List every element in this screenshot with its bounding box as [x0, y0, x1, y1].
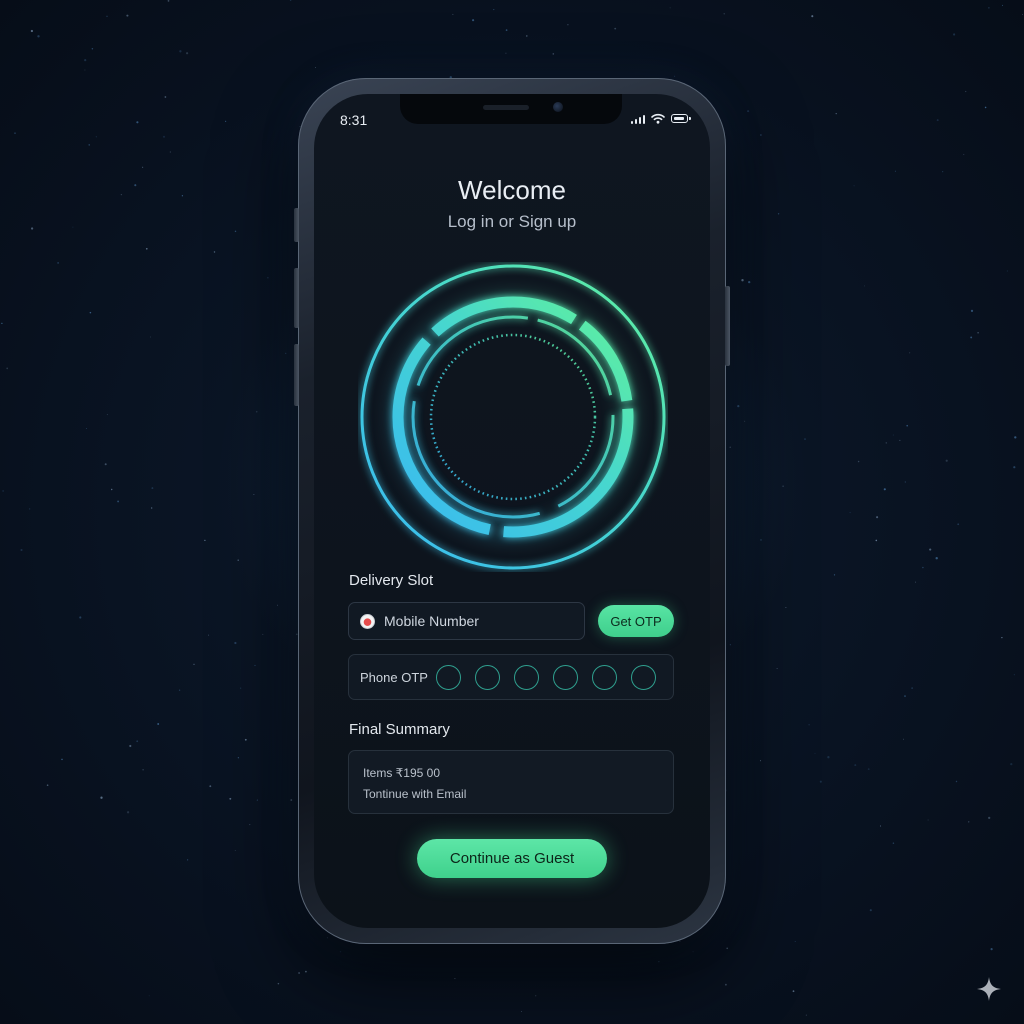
status-time: 8:31 — [340, 112, 368, 128]
otp-digit-1[interactable] — [436, 664, 461, 690]
earpiece-speaker — [483, 105, 529, 110]
final-summary-label: Final Summary — [349, 721, 450, 738]
front-camera-icon — [553, 102, 563, 112]
otp-digit-6[interactable] — [631, 664, 656, 690]
phone-frame: 8:31 Welcome Log in or Sign up Delivery … — [294, 78, 730, 944]
mobile-number-input[interactable] — [384, 613, 564, 629]
continue-as-guest-button[interactable]: Continue as Guest — [417, 839, 607, 878]
wifi-icon — [651, 113, 665, 124]
phone-screen: 8:31 Welcome Log in or Sign up Delivery … — [314, 94, 710, 928]
summary-items-total: Items ₹195 00 — [363, 766, 441, 780]
cellular-signal-icon — [630, 114, 645, 124]
continue-with-email-link[interactable]: Tontinue with Email — [363, 787, 466, 801]
delivery-slot-label: Delivery Slot — [349, 572, 434, 589]
volume-up-button — [294, 268, 299, 328]
battery-icon — [671, 114, 691, 123]
power-button — [725, 286, 730, 366]
otp-digit-3[interactable] — [514, 664, 539, 690]
country-flag-icon[interactable] — [360, 613, 375, 629]
notch — [400, 94, 622, 124]
otp-digit-2[interactable] — [475, 664, 500, 690]
mobile-number-field[interactable] — [348, 602, 585, 640]
summary-card: Items ₹195 00 Tontinue with Email — [348, 750, 674, 814]
glowing-ring-icon — [360, 264, 666, 570]
otp-digit-4[interactable] — [553, 664, 578, 690]
page-subtitle: Log in or Sign up — [447, 212, 577, 231]
page-title: Welcome — [458, 175, 566, 205]
phone-otp-label: Phone OTP — [360, 669, 428, 685]
silent-switch — [294, 208, 299, 242]
phone-otp-row: Phone OTP — [348, 654, 674, 700]
otp-digit-5[interactable] — [592, 664, 617, 690]
get-otp-button[interactable]: Get OTP — [598, 605, 674, 637]
volume-down-button — [294, 344, 299, 406]
sparkle-icon — [977, 977, 1001, 1001]
status-icons — [630, 113, 691, 124]
